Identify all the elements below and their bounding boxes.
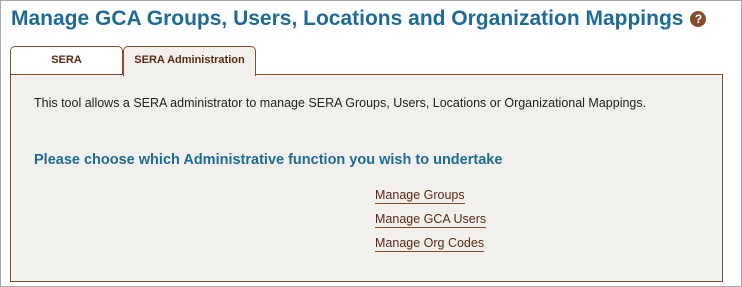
section-heading: Please choose which Administrative funct… — [34, 152, 503, 168]
intro-text: This tool allows a SERA administrator to… — [34, 96, 647, 110]
page-title-text: Manage GCA Groups, Users, Locations and … — [11, 7, 684, 30]
tab-sera-administration[interactable]: SERA Administration — [123, 46, 256, 76]
tab-sera[interactable]: SERA — [10, 46, 123, 75]
manage-groups-link[interactable]: Manage Groups — [375, 188, 465, 204]
app-window: Manage GCA Groups, Users, Locations and … — [0, 0, 742, 287]
admin-links: Manage Groups Manage GCA Users Manage Or… — [375, 188, 487, 260]
manage-gca-users-link[interactable]: Manage GCA Users — [375, 212, 487, 228]
help-icon[interactable]: ? — [690, 11, 707, 27]
page-title: Manage GCA Groups, Users, Locations and … — [11, 6, 707, 32]
manage-org-codes-link[interactable]: Manage Org Codes — [375, 236, 485, 252]
tab-panel: This tool allows a SERA administrator to… — [10, 74, 723, 282]
